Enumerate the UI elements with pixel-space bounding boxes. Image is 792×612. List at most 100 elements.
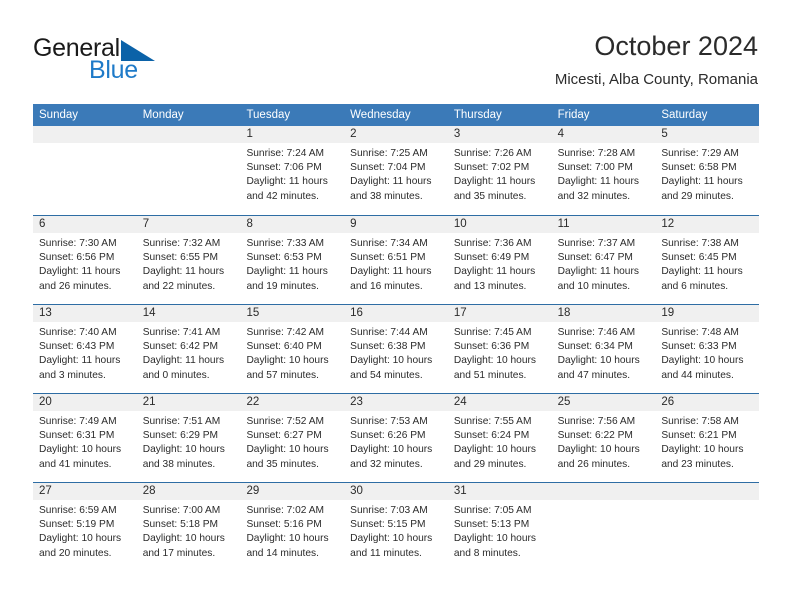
- day-number: 22: [246, 396, 260, 408]
- calendar-day-cell[interactable]: 3 Sunrise: 7:26 AM Sunset: 7:02 PM Daylight…: [447, 126, 552, 215]
- calendar-day-cell[interactable]: 10 Sunrise: 7:36 AM Sunset: 6:49 PM Dayligh…: [447, 216, 552, 304]
- sunrise-text: Sunrise: 7:37 AM: [557, 238, 636, 249]
- day-number: 6: [39, 218, 46, 230]
- calendar-day-cell[interactable]: 25 Sunrise: 7:56 AM Sunset: 6:22 PM Dayligh…: [551, 394, 656, 482]
- daylight-text-line2: and 41 minutes.: [39, 458, 112, 470]
- daylight-text-line1: Daylight: 10 hours: [350, 355, 433, 367]
- calendar-day-cell[interactable]: 9 Sunrise: 7:34 AM Sunset: 6:51 PM Daylight…: [344, 216, 448, 304]
- sunrise-text: Sunrise: 7:32 AM: [142, 238, 221, 249]
- calendar-day-cell[interactable]: 4 Sunrise: 7:28 AM Sunset: 7:00 PM Daylight…: [551, 126, 656, 215]
- weekday-header-saturday: Saturday: [661, 109, 708, 121]
- sunrise-text: Sunrise: 7:58 AM: [661, 416, 739, 427]
- calendar-day-cell[interactable]: 23 Sunrise: 7:53 AM Sunset: 6:26 PM Dayligh…: [344, 394, 448, 482]
- sunset-text: Sunset: 6:22 PM: [557, 430, 633, 442]
- sunset-text: Sunset: 5:13 PM: [453, 519, 530, 531]
- day-details: Sunrise: 7:52 AM Sunset: 6:27 PM Daylight:…: [240, 411, 344, 472]
- daylight-text-line1: Daylight: 10 hours: [39, 444, 122, 456]
- calendar-day-cell[interactable]: 20 Sunrise: 7:49 AM Sunset: 6:31 PM Dayligh…: [33, 394, 137, 482]
- day-number: 13: [39, 307, 52, 319]
- calendar-day-cell[interactable]: 2 Sunrise: 7:25 AM Sunset: 7:04 PM Daylight…: [344, 126, 448, 215]
- sunset-text: Sunset: 6:43 PM: [39, 341, 115, 353]
- day-details: Sunrise: 7:26 AM Sunset: 7:02 PM Daylight:…: [448, 143, 552, 204]
- sunrise-text: Sunrise: 7:30 AM: [39, 238, 117, 249]
- sunset-text: Sunset: 5:18 PM: [142, 519, 219, 531]
- daylight-text-line2: and 23 minutes.: [661, 458, 734, 470]
- page-title: October 2024: [594, 31, 758, 61]
- day-number: 27: [39, 485, 52, 497]
- calendar-day-cell[interactable]: 31 Sunrise: 7:05 AM Sunset: 5:13 PM Dayligh…: [447, 483, 552, 571]
- calendar-day-cell[interactable]: 1 Sunrise: 7:24 AM Sunset: 7:06 PM Daylight…: [240, 126, 345, 215]
- daylight-text-line1: Daylight: 10 hours: [246, 533, 329, 545]
- sunset-text: Sunset: 7:04 PM: [350, 162, 426, 174]
- calendar-day-cell[interactable]: 18 Sunrise: 7:46 AM Sunset: 6:34 PM Dayligh…: [551, 305, 656, 393]
- calendar-day-cell[interactable]: 14 Sunrise: 7:41 AM Sunset: 6:42 PM Dayligh…: [136, 305, 241, 393]
- day-details: Sunrise: 7:32 AM Sunset: 6:55 PM Daylight:…: [137, 233, 241, 294]
- day-details: Sunrise: 7:03 AM Sunset: 5:15 PM Daylight:…: [344, 500, 448, 561]
- day-number-band: 25: [551, 394, 656, 411]
- weekday-header-wednesday: Wednesday: [350, 109, 411, 121]
- day-number-band: 1: [240, 126, 345, 143]
- day-number: 29: [246, 485, 260, 497]
- calendar-day-cell[interactable]: 16 Sunrise: 7:44 AM Sunset: 6:38 PM Dayligh…: [344, 305, 448, 393]
- daylight-text-line1: Daylight: 11 hours: [557, 176, 639, 188]
- brand-logo[interactable]: General Blue: [33, 34, 233, 94]
- brand-name-blue: Blue: [89, 56, 138, 84]
- calendar-day-cell[interactable]: 24 Sunrise: 7:55 AM Sunset: 6:24 PM Dayligh…: [447, 394, 552, 482]
- calendar-day-cell[interactable]: 22 Sunrise: 7:52 AM Sunset: 6:27 PM Dayligh…: [240, 394, 345, 482]
- calendar-day-cell[interactable]: 29 Sunrise: 7:02 AM Sunset: 5:16 PM Dayligh…: [240, 483, 345, 571]
- calendar-day-cell[interactable]: 17 Sunrise: 7:45 AM Sunset: 6:36 PM Dayligh…: [447, 305, 552, 393]
- sunset-text: Sunset: 6:40 PM: [246, 341, 322, 353]
- calendar-day-cell[interactable]: 5 Sunrise: 7:29 AM Sunset: 6:58 PM Daylight…: [655, 126, 760, 215]
- daylight-text-line1: Daylight: 10 hours: [453, 355, 536, 367]
- sunset-text: Sunset: 7:06 PM: [246, 162, 322, 174]
- sunrise-text: Sunrise: 7:40 AM: [39, 327, 117, 338]
- daylight-text-line1: Daylight: 11 hours: [39, 355, 121, 367]
- calendar-day-cell[interactable]: 13 Sunrise: 7:40 AM Sunset: 6:43 PM Dayligh…: [33, 305, 137, 393]
- sunrise-text: Sunrise: 6:59 AM: [39, 505, 117, 516]
- day-details: Sunrise: 7:28 AM Sunset: 7:00 PM Daylight:…: [552, 143, 656, 204]
- calendar-day-cell[interactable]: 12 Sunrise: 7:38 AM Sunset: 6:45 PM Dayligh…: [655, 216, 760, 304]
- day-details: Sunrise: 7:30 AM Sunset: 6:56 PM Daylight:…: [33, 233, 137, 294]
- sunset-text: Sunset: 5:15 PM: [350, 519, 426, 531]
- calendar-day-cell[interactable]: 7 Sunrise: 7:32 AM Sunset: 6:55 PM Daylight…: [136, 216, 241, 304]
- calendar-week-row: 1 Sunrise: 7:24 AM Sunset: 7:06 PM Daylight…: [33, 126, 760, 215]
- daylight-text-line2: and 26 minutes.: [39, 280, 112, 292]
- day-details: Sunrise: 7:40 AM Sunset: 6:43 PM Daylight:…: [33, 322, 137, 383]
- weekday-header-tuesday: Tuesday: [246, 109, 291, 121]
- calendar-week-row: 6 Sunrise: 7:30 AM Sunset: 6:56 PM Daylight…: [33, 215, 760, 304]
- calendar-day-cell[interactable]: 21 Sunrise: 7:51 AM Sunset: 6:29 PM Dayligh…: [136, 394, 241, 482]
- sunrise-text: Sunrise: 7:29 AM: [661, 148, 739, 159]
- sunrise-text: Sunrise: 7:55 AM: [453, 416, 532, 427]
- calendar-day-cell[interactable]: 27 Sunrise: 6:59 AM Sunset: 5:19 PM Dayligh…: [33, 483, 137, 571]
- day-number-band: 17: [447, 305, 552, 322]
- calendar-day-cell[interactable]: 11 Sunrise: 7:37 AM Sunset: 6:47 PM Dayligh…: [551, 216, 656, 304]
- daylight-text-line1: Daylight: 10 hours: [246, 355, 329, 367]
- daylight-text-line2: and 22 minutes.: [142, 280, 216, 292]
- day-details: Sunrise: 7:02 AM Sunset: 5:16 PM Daylight:…: [240, 500, 344, 561]
- calendar-day-cell[interactable]: 8 Sunrise: 7:33 AM Sunset: 6:53 PM Daylight…: [240, 216, 345, 304]
- calendar-cell-empty: [136, 126, 241, 215]
- day-number: 16: [350, 307, 363, 319]
- day-number: 26: [661, 396, 675, 408]
- sunset-text: Sunset: 6:38 PM: [350, 341, 426, 353]
- calendar-day-cell[interactable]: 6 Sunrise: 7:30 AM Sunset: 6:56 PM Daylight…: [33, 216, 137, 304]
- title-block: October 2024 Micesti, Alba County, Roman…: [555, 30, 758, 90]
- calendar-day-cell[interactable]: 15 Sunrise: 7:42 AM Sunset: 6:40 PM Dayligh…: [240, 305, 345, 393]
- daylight-text-line1: Daylight: 11 hours: [350, 266, 432, 278]
- daylight-text-line1: Daylight: 11 hours: [142, 266, 225, 278]
- calendar-day-cell[interactable]: 19 Sunrise: 7:48 AM Sunset: 6:33 PM Dayligh…: [655, 305, 760, 393]
- calendar-day-cell[interactable]: 30 Sunrise: 7:03 AM Sunset: 5:15 PM Dayligh…: [344, 483, 448, 571]
- calendar-day-cell[interactable]: 28 Sunrise: 7:00 AM Sunset: 5:18 PM Dayligh…: [136, 483, 241, 571]
- sunrise-text: Sunrise: 7:25 AM: [350, 148, 428, 159]
- calendar-day-cell[interactable]: 26 Sunrise: 7:58 AM Sunset: 6:21 PM Dayligh…: [655, 394, 760, 482]
- sunrise-text: Sunrise: 7:05 AM: [453, 505, 532, 516]
- sunrise-text: Sunrise: 7:36 AM: [453, 238, 532, 249]
- sunrise-text: Sunrise: 7:48 AM: [661, 327, 739, 338]
- day-number-band: 21: [136, 394, 241, 411]
- day-details: Sunrise: 7:05 AM Sunset: 5:13 PM Daylight:…: [448, 500, 552, 561]
- day-number-band: 6: [33, 216, 137, 233]
- sunset-text: Sunset: 6:45 PM: [661, 252, 737, 264]
- daylight-text-line1: Daylight: 11 hours: [142, 355, 225, 367]
- day-number-band: [136, 126, 241, 143]
- weekday-header-monday: Monday: [142, 109, 184, 121]
